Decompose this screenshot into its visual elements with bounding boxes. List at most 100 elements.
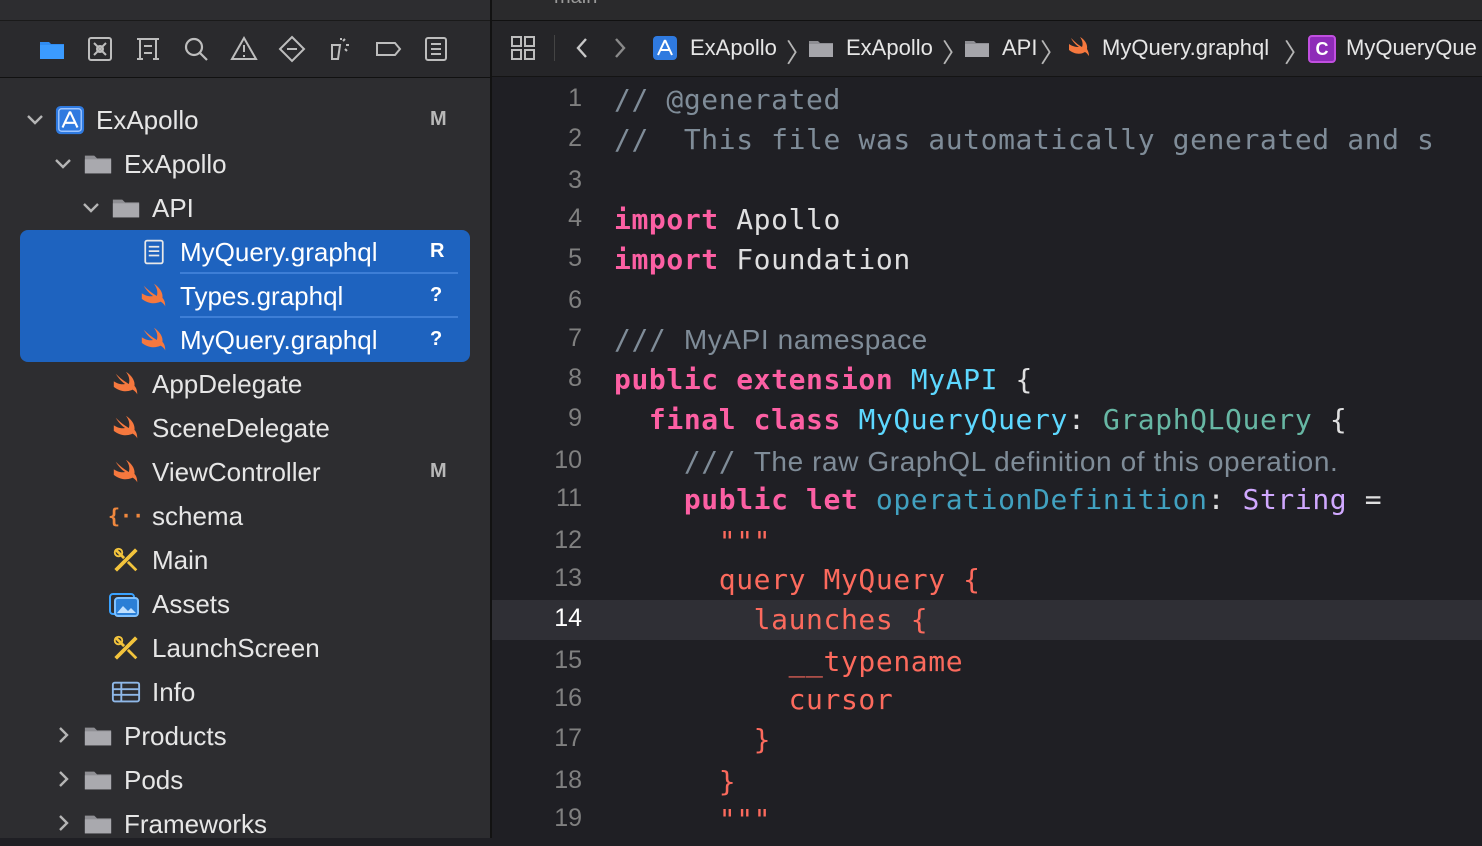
code-token: import [614, 203, 719, 236]
tree-item[interactable]: Frameworks [0, 802, 490, 846]
code-line[interactable]: 5 import Foundation [492, 240, 1482, 280]
disclosure-open-icon[interactable] [52, 152, 74, 174]
tree-item-label: Pods [124, 765, 184, 795]
code-text: } [614, 723, 771, 756]
jumpbar-item[interactable]: MyQuery.graphql [1102, 35, 1269, 61]
jumpbar-item[interactable]: ExApollo [690, 35, 777, 61]
code-line[interactable]: 12 """ [492, 522, 1482, 562]
code-token: Foundation [718, 243, 911, 276]
breakpoint-navigator-icon[interactable] [374, 35, 402, 63]
code-line[interactable]: 7 /// MyAPI namespace [492, 320, 1482, 360]
code-token: // This file was automatically generated… [614, 123, 1435, 156]
report-navigator-icon[interactable] [422, 35, 450, 63]
code-text: /// MyAPI namespace [614, 323, 928, 356]
tab-main[interactable]: main [554, 0, 597, 9]
project-navigator: ExApollo M ExApollo API MyQuery.graphql R Type… [0, 0, 492, 839]
symbol-navigator-icon[interactable] [134, 35, 162, 63]
tree-item[interactable]: Pods [0, 758, 490, 802]
tree-item[interactable]: ViewController M [0, 450, 490, 494]
project-navigator-icon[interactable] [38, 35, 66, 63]
code-text: // @generated [614, 83, 841, 116]
code-line[interactable]: 13 query MyQuery { [492, 560, 1482, 600]
code-line[interactable]: 19 """ [492, 800, 1482, 840]
code-line[interactable]: 8 public extension MyAPI { [492, 360, 1482, 400]
code-line[interactable]: 9 final class MyQueryQuery: GraphQLQuery… [492, 400, 1482, 440]
code-token: Apollo [718, 203, 841, 236]
code-line[interactable]: 15 __typename [492, 642, 1482, 682]
storyboard-icon [110, 632, 142, 664]
code-line[interactable]: 2 // This file was automatically generate… [492, 120, 1482, 160]
code-area[interactable]: 1 // @generated 2 // This file was automati… [492, 80, 1482, 838]
code-token: import [614, 243, 719, 276]
code-text: } [614, 765, 736, 798]
code-token: """ [718, 525, 772, 558]
tree-item[interactable]: ExApollo [0, 142, 490, 186]
code-token: = [1347, 483, 1383, 516]
folder-icon [82, 148, 114, 180]
tree-item[interactable]: API [0, 186, 490, 230]
tree-item[interactable]: Assets [0, 582, 490, 626]
disclosure-closed-icon[interactable] [52, 812, 74, 834]
tree-item-label: Assets [152, 589, 231, 619]
line-number: 2 [568, 124, 582, 152]
debug-navigator-icon[interactable] [326, 35, 354, 63]
jumpbar-item[interactable]: MyQueryQue [1346, 35, 1477, 61]
code-text: public extension MyAPI { [614, 363, 1033, 396]
jumpbar-item[interactable]: API [1002, 35, 1037, 61]
jump-bar: ExApollo 〉 ExApollo 〉 API 〉 MyQuery.grap… [492, 21, 1482, 77]
code-line[interactable]: 14 launches { [492, 600, 1482, 640]
tree-item[interactable]: LaunchScreen [0, 626, 490, 670]
line-number: 3 [568, 166, 582, 194]
jumpbar-item[interactable]: ExApollo [846, 35, 933, 61]
tree-item[interactable]: MyQuery.graphql R [0, 230, 490, 274]
swift-icon [138, 280, 170, 312]
disclosure-closed-icon[interactable] [52, 768, 74, 790]
scm-status-badge: ? [430, 328, 443, 350]
tree-item[interactable]: {··} schema [0, 494, 490, 538]
code-text: import Foundation [614, 243, 911, 276]
code-line[interactable]: 11 public let operationDefinition: Strin… [492, 480, 1482, 520]
tree-item[interactable]: AppDelegate [0, 362, 490, 406]
tree-item[interactable]: SceneDelegate [0, 406, 490, 450]
code-token: GraphQLQuery [1102, 403, 1313, 436]
forward-icon[interactable] [606, 35, 632, 61]
source-control-navigator-icon[interactable] [86, 35, 114, 63]
disclosure-open-icon[interactable] [24, 108, 46, 130]
back-icon[interactable] [570, 35, 596, 61]
code-line[interactable]: 10 /// The raw GraphQL definition of thi… [492, 442, 1482, 482]
related-items-icon[interactable] [510, 35, 536, 61]
tree-item[interactable]: ExApollo M [0, 98, 490, 142]
tree-item[interactable]: Main [0, 538, 490, 582]
jumpbar-separator: 〉 [1040, 38, 1067, 68]
code-token: } [718, 765, 737, 798]
assets-icon [108, 588, 140, 620]
line-number: 11 [556, 484, 582, 512]
disclosure-open-icon[interactable] [80, 196, 102, 218]
code-text: """ [614, 803, 771, 836]
tree-item-label: Info [152, 677, 196, 707]
code-line[interactable]: 17 } [492, 720, 1482, 760]
tree-item[interactable]: Products [0, 714, 490, 758]
code-line[interactable]: 1 // @generated [492, 80, 1482, 120]
line-number: 4 [568, 204, 582, 232]
code-line[interactable]: 3 [492, 162, 1482, 202]
test-navigator-icon[interactable] [278, 35, 306, 63]
code-line[interactable]: 18 } [492, 762, 1482, 802]
tree-item[interactable]: Info [0, 670, 490, 714]
tree-item[interactable]: Types.graphql? [0, 274, 490, 318]
code-line[interactable]: 16 cursor [492, 680, 1482, 720]
tree-item[interactable]: MyQuery.graphql? [0, 318, 490, 362]
code-line[interactable]: 4 import Apollo [492, 200, 1482, 240]
code-token: cursor [788, 683, 894, 716]
code-line[interactable]: 6 [492, 282, 1482, 322]
disclosure-closed-icon[interactable] [52, 724, 74, 746]
scm-status-badge: ? [430, 284, 443, 306]
issue-navigator-icon[interactable] [230, 35, 258, 63]
find-navigator-icon[interactable] [182, 35, 210, 63]
code-text: cursor [614, 683, 893, 716]
